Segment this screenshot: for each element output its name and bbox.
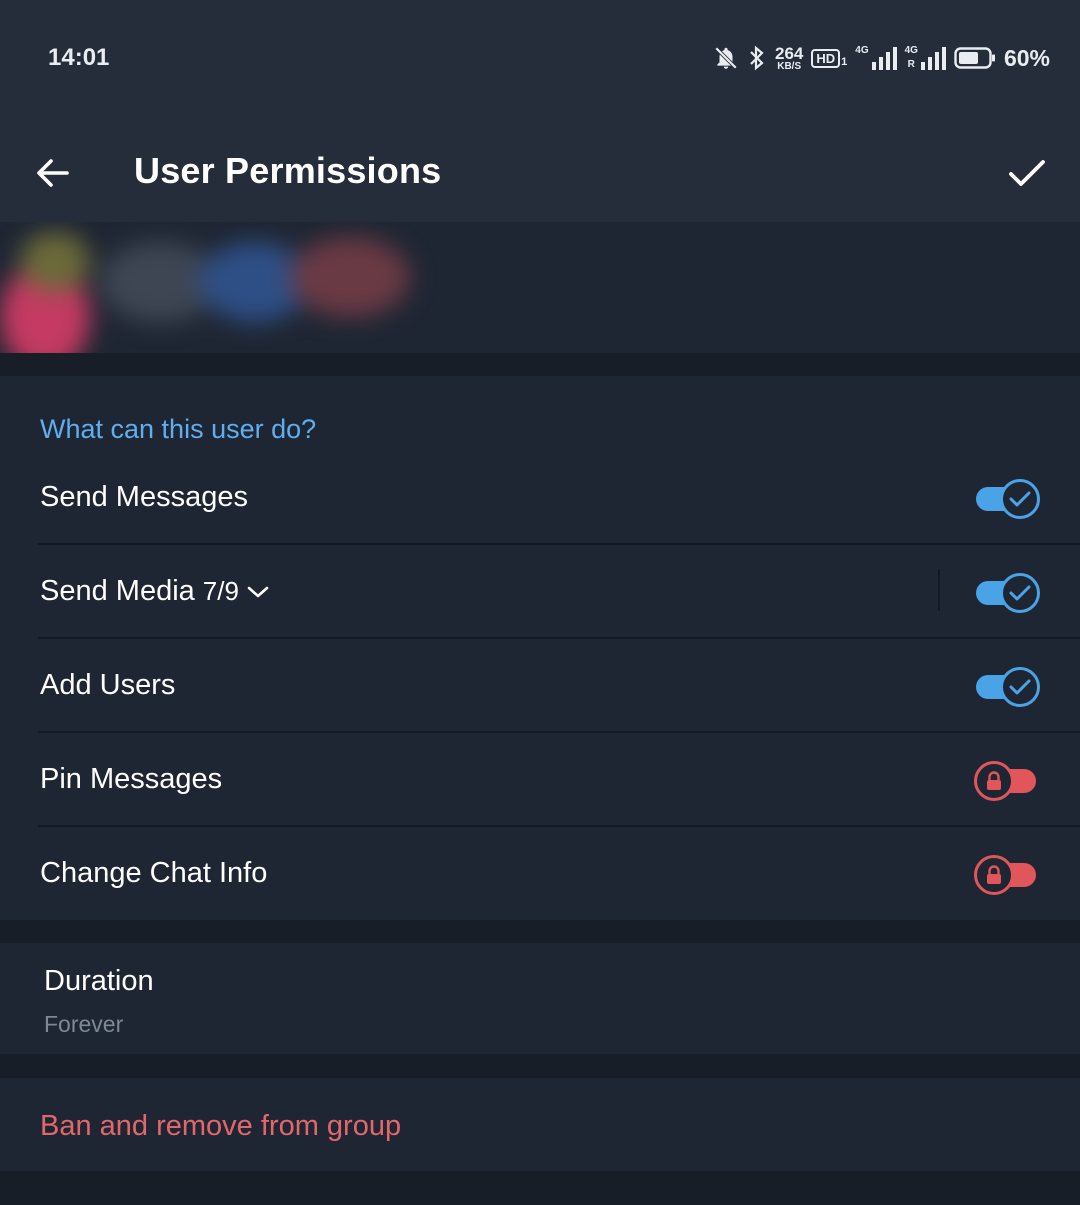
battery-percent: 60% [1003,44,1050,71]
lock-icon [987,771,1001,790]
network-speed: 264 KB/S [775,45,803,72]
network-type-2: 4G [904,45,918,56]
bluetooth-icon [747,45,767,71]
speed-value: 264 [774,43,804,63]
toolbar: User Permissions [0,120,1080,222]
permission-send-media[interactable]: Send Media 7/9 [0,545,1080,639]
roaming-label: R [907,59,915,70]
confirm-button[interactable] [1002,148,1052,198]
avatar [0,222,430,353]
send-messages-toggle[interactable] [974,479,1040,519]
duration-value: Forever [44,1011,124,1037]
vertical-divider [938,569,940,611]
status-time: 14:01 [48,44,110,71]
permission-add-users[interactable]: Add Users [0,639,1080,733]
permission-label[interactable]: Send Media 7/9 [40,575,269,608]
status-icons: 264 KB/S HD 1 4G 4G R 60% [713,40,1050,76]
change-chat-info-toggle[interactable] [974,855,1040,895]
bell-off-icon [713,45,739,71]
duration-label: Duration [44,965,154,997]
back-button[interactable] [30,150,76,196]
permission-change-chat-info[interactable]: Change Chat Info [0,827,1080,921]
network-type-1: 4G [855,45,869,56]
signal-sim2: 4G R [905,46,946,70]
speed-unit: KB/S [777,60,802,72]
ban-row[interactable]: Ban and remove from group [0,1078,1080,1171]
battery-icon [954,46,996,70]
send-media-count: 7/9 [202,576,239,606]
user-card[interactable] [0,222,1080,353]
check-circle-icon [1009,585,1031,601]
duration-row[interactable]: Duration Forever [0,943,1080,1054]
signal-bars-icon [920,47,946,70]
check-circle-icon [1009,491,1031,507]
permissions-section: What can this user do? Send Messages Sen… [0,376,1080,920]
sim1-label: 1 [841,55,848,68]
hd-icon: HD [811,48,841,68]
permission-send-messages[interactable]: Send Messages [0,451,1080,545]
permissions-header: What can this user do? [40,414,317,444]
send-media-label: Send Media [40,575,195,607]
signal-bars-icon [871,47,897,70]
signal-sim1: 4G [855,45,897,70]
send-media-toggle[interactable] [974,573,1040,613]
pin-messages-toggle[interactable] [974,761,1040,801]
permission-label: Add Users [40,669,176,701]
status-bar: 14:01 264 KB/S HD 1 4G 4G R 60% [0,0,1080,120]
page-title: User Permissions [134,150,442,191]
permission-label: Send Messages [40,481,248,513]
permission-label: Change Chat Info [40,857,268,889]
arrow-left-icon [37,159,69,187]
hd-voice: HD 1 [811,48,848,68]
check-icon [1009,160,1045,186]
ban-button[interactable]: Ban and remove from group [40,1110,401,1143]
permission-pin-messages[interactable]: Pin Messages [0,733,1080,827]
lock-icon [987,865,1001,884]
permission-label: Pin Messages [40,763,223,795]
chevron-down-icon [247,586,269,597]
check-circle-icon [1009,679,1031,695]
add-users-toggle[interactable] [974,667,1040,707]
